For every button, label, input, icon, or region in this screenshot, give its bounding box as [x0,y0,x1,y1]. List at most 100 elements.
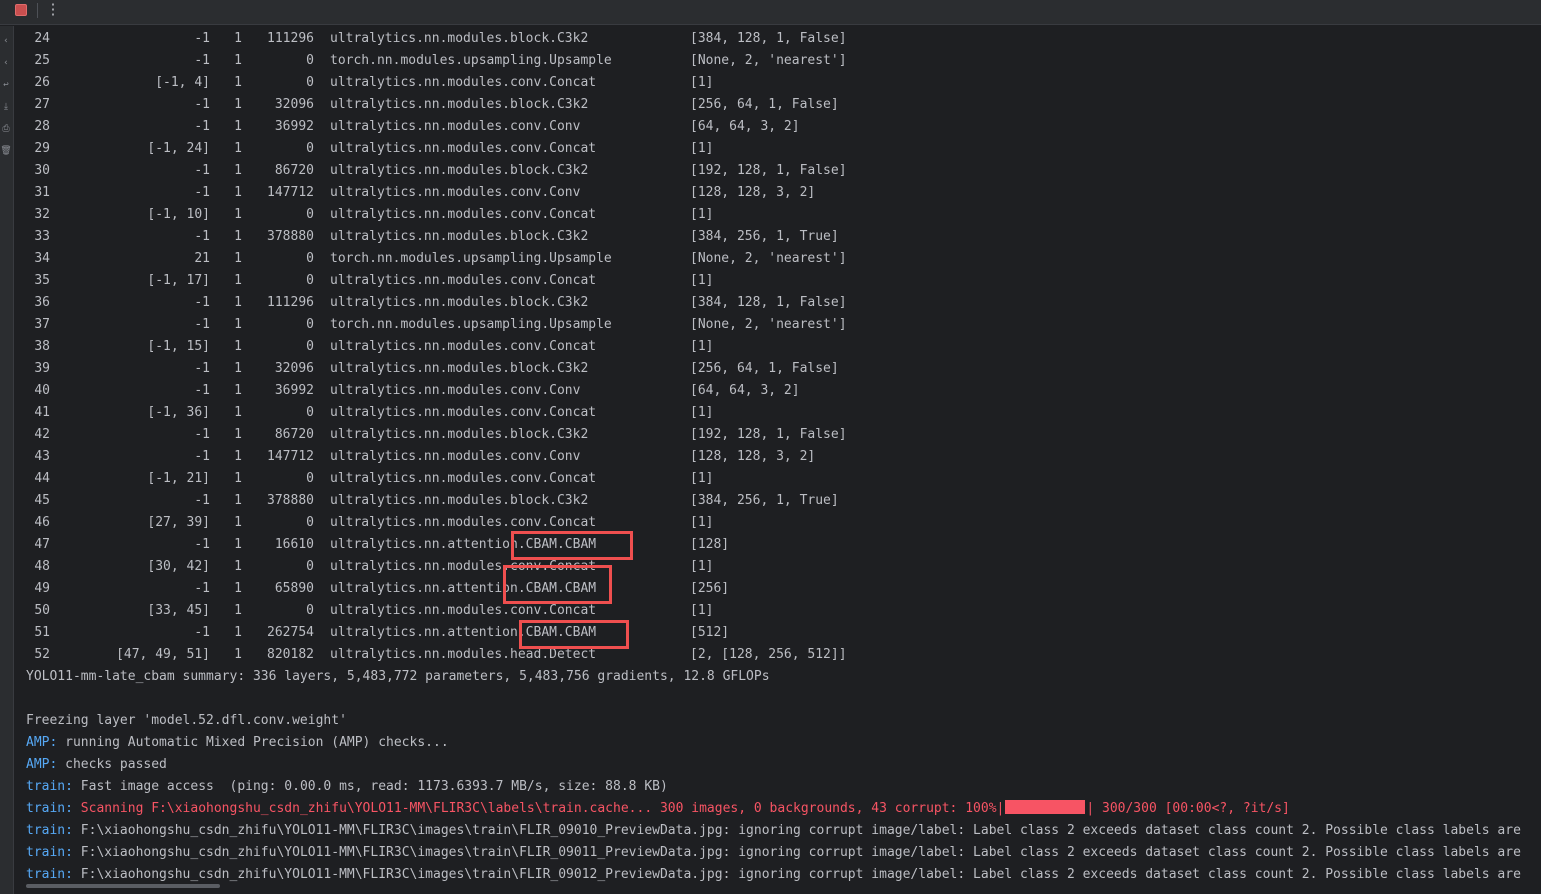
layer-params: 0 [306,405,314,420]
scroll-up-icon[interactable]: ‹ [0,36,12,47]
amp-text: running Automatic Mixed Precision (AMP) … [57,735,449,750]
layer-row: 48 [30, 42] 1 0 ultralytics.nn.modules.conv.… [26,556,1541,578]
layer-n: 1 [234,295,242,310]
layer-module: ultralytics.nn.modules.block.C3k2 [330,295,589,310]
warning-text: F:\xiaohongshu_csdn_zhifu\YOLO11-MM\FLIR… [72,845,1521,860]
layer-from: -1 [194,229,210,244]
layer-table: 24 -1 1 111296 ultralytics.nn.modules.block.… [26,28,1541,666]
layer-module: ultralytics.nn.modules.block.C3k2 [330,31,589,46]
layer-from: [33, 45] [147,603,210,618]
layer-args: [128, 128, 3, 2] [690,449,816,464]
layer-params: 86720 [274,427,314,442]
layer-n: 1 [234,141,242,156]
layer-index: 42 [34,427,50,442]
layer-index: 24 [34,31,50,46]
layer-from: -1 [194,53,210,68]
layer-index: 50 [34,603,50,618]
layer-params: 0 [306,251,314,266]
layer-row: 50 [33, 45] 1 0 ultralytics.nn.modules.conv.… [26,600,1541,622]
soft-wrap-icon[interactable]: ↩ [0,80,12,91]
scroll-to-end-icon[interactable]: ⤓ [0,102,12,113]
layer-n: 1 [234,273,242,288]
layer-row: 37 -1 1 0 torch.nn.modules.upsampling.Upsamp… [26,314,1541,336]
layer-n: 1 [234,361,242,376]
progress-bar [1005,800,1086,814]
layer-module: ultralytics.nn.modules.head.Detect [330,647,597,662]
layer-index: 30 [34,163,50,178]
more-vertical-icon[interactable]: ⋮ [45,0,61,19]
layer-module: ultralytics.nn.modules.conv.Concat [330,471,597,486]
layer-params: 0 [306,75,314,90]
print-icon[interactable]: ⎙ [0,124,12,135]
stop-icon[interactable] [15,4,27,16]
layer-args: [512] [690,625,730,640]
layer-params: 111296 [267,31,314,46]
train-warning-line: train: F:\xiaohongshu_csdn_zhifu\YOLO11-… [26,864,1541,886]
layer-params: 378880 [267,229,314,244]
layer-index: 39 [34,361,50,376]
layer-module: ultralytics.nn.modules.conv.Concat [330,273,597,288]
layer-n: 1 [234,229,242,244]
layer-module: ultralytics.nn.modules.block.C3k2 [330,163,589,178]
layer-args: [2, [128, 256, 512]] [690,647,847,662]
layer-n: 1 [234,581,242,596]
layer-n: 1 [234,251,242,266]
layer-module: torch.nn.modules.upsampling.Upsample [330,251,612,266]
scroll-down-icon[interactable]: ‹ [0,58,12,69]
layer-module: ultralytics.nn.modules.conv.Conv [330,449,581,464]
layer-row: 45 -1 1 378880 ultralytics.nn.modules.block.… [26,490,1541,512]
layer-args: [1] [690,141,714,156]
layer-index: 34 [34,251,50,266]
layer-from: -1 [194,361,210,376]
layer-from: -1 [194,163,210,178]
layer-row: 46 [27, 39] 1 0 ultralytics.nn.modules.conv.… [26,512,1541,534]
layer-n: 1 [234,493,242,508]
freezing-line: Freezing layer 'model.52.dfl.conv.weight… [26,713,347,728]
horizontal-scrollbar[interactable] [26,884,220,888]
layer-from: [-1, 24] [147,141,210,156]
layer-args: [1] [690,405,714,420]
layer-args: [128] [690,537,730,552]
layer-from: -1 [194,383,210,398]
layer-from: [-1, 36] [147,405,210,420]
layer-from: [27, 39] [147,515,210,530]
layer-params: 36992 [274,383,314,398]
layer-module: ultralytics.nn.modules.block.C3k2 [330,493,589,508]
layer-index: 37 [34,317,50,332]
layer-from: -1 [194,493,210,508]
layer-row: 49 -1 1 65890 ultralytics.nn.attention.CBAM.… [26,578,1541,600]
train-tag: train: [26,823,73,838]
layer-index: 31 [34,185,50,200]
layer-args: [192, 128, 1, False] [690,427,847,442]
train-access-text: Fast image access (ping: 0.00.0 ms, read… [72,779,668,794]
layer-args: [1] [690,559,714,574]
layer-args: [384, 128, 1, False] [690,295,847,310]
layer-args: [384, 256, 1, True] [690,493,839,508]
layer-n: 1 [234,317,242,332]
layer-from: -1 [194,449,210,464]
layer-index: 40 [34,383,50,398]
amp-tag: AMP: [26,757,58,772]
layer-args: [1] [690,273,714,288]
cbam-highlight-box [503,565,612,604]
console-output[interactable]: 24 -1 1 111296 ultralytics.nn.modules.block.… [26,28,1541,894]
layer-index: 38 [34,339,50,354]
layer-params: 378880 [267,493,314,508]
layer-module: ultralytics.nn.modules.conv.Concat [330,141,597,156]
layer-row: 26 [-1, 4] 1 0 ultralytics.nn.modules.conv.C… [26,72,1541,94]
clear-all-icon[interactable]: 🗑 [0,146,12,157]
layer-row: 34 21 1 0 torch.nn.modules.upsampling.Upsamp… [26,248,1541,270]
layer-n: 1 [234,537,242,552]
layer-params: 16610 [274,537,314,552]
layer-index: 28 [34,119,50,134]
layer-params: 32096 [274,361,314,376]
layer-module: torch.nn.modules.upsampling.Upsample [330,53,612,68]
layer-n: 1 [234,207,242,222]
layer-index: 44 [34,471,50,486]
layer-n: 1 [234,427,242,442]
layer-args: [384, 256, 1, True] [690,229,839,244]
cbam-highlight-box [511,531,633,560]
amp-text: checks passed [57,757,167,772]
layer-row: 27 -1 1 32096 ultralytics.nn.modules.block.C… [26,94,1541,116]
layer-params: 0 [306,273,314,288]
